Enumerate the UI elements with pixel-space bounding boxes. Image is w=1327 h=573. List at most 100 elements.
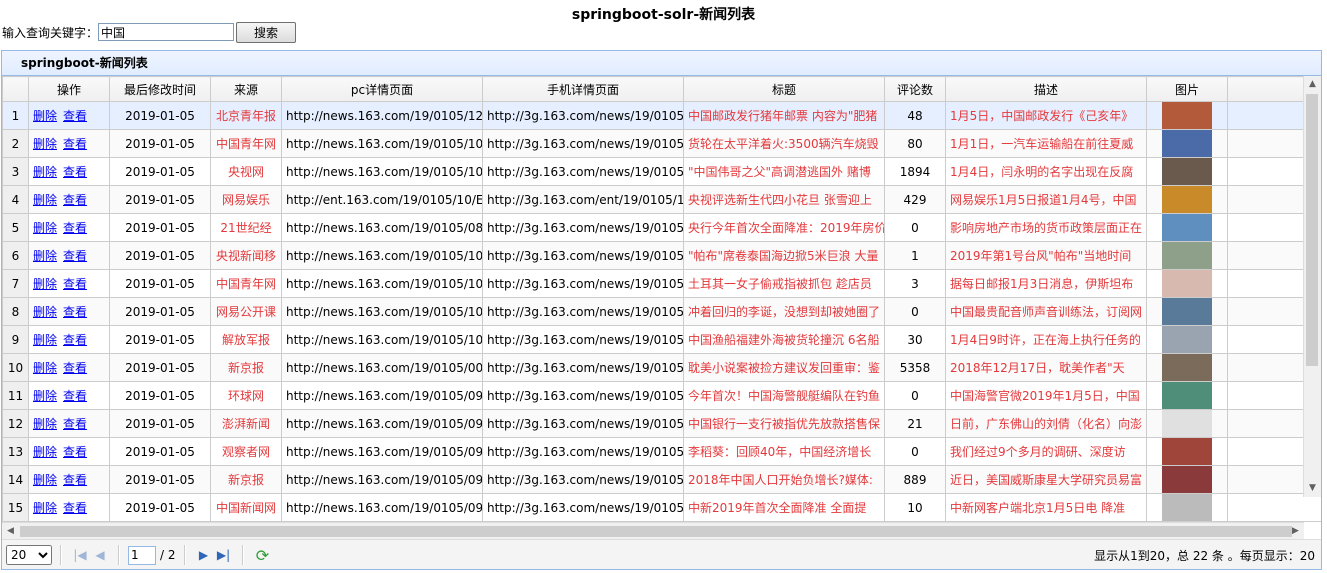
- view-link[interactable]: 查看: [63, 109, 87, 123]
- view-link[interactable]: 查看: [63, 473, 87, 487]
- news-thumbnail: [1162, 242, 1212, 269]
- header-cell[interactable]: 来源: [210, 76, 282, 102]
- header-cell[interactable]: pc详情页面: [281, 76, 483, 102]
- image-cell: [1146, 381, 1228, 410]
- vertical-scrollbar[interactable]: ▲ ▼: [1303, 76, 1321, 497]
- table-row[interactable]: 4 删除 查看 2019-01-05 网易娱乐 http://ent.163.com/19…: [2, 185, 1321, 214]
- source-cell: 解放军报: [210, 325, 282, 354]
- mobile-url-cell: http://3g.163.com/news/19/0105,: [482, 297, 684, 326]
- header-cell[interactable]: 评论数: [884, 76, 946, 102]
- modified-time-cell: 2019-01-05: [109, 437, 211, 466]
- delete-link[interactable]: 删除: [33, 109, 57, 123]
- last-page-icon[interactable]: ▶|: [214, 548, 234, 562]
- vertical-scroll-thumb[interactable]: [1306, 94, 1318, 366]
- horizontal-scroll-thumb[interactable]: [20, 526, 1292, 537]
- view-link[interactable]: 查看: [63, 501, 87, 515]
- view-link[interactable]: 查看: [63, 277, 87, 291]
- page-number-input[interactable]: [128, 545, 156, 565]
- view-link[interactable]: 查看: [63, 221, 87, 235]
- modified-time-cell: 2019-01-05: [109, 465, 211, 494]
- title-cell: 货轮在太平洋着火:3500辆汽车烧毁: [683, 129, 885, 158]
- table-row[interactable]: 12 删除 查看 2019-01-05 澎湃新闻 http://news.163.com/…: [2, 409, 1321, 438]
- table-row[interactable]: 1 删除 查看 2019-01-05 北京青年报 http://news.163.com/…: [2, 101, 1321, 130]
- comments-cell: 21: [884, 409, 946, 438]
- delete-link[interactable]: 删除: [33, 249, 57, 263]
- actions-cell: 删除 查看: [28, 381, 110, 410]
- view-link[interactable]: 查看: [63, 417, 87, 431]
- scroll-right-icon[interactable]: ▶: [1287, 523, 1304, 540]
- actions-cell: 删除 查看: [28, 493, 110, 522]
- actions-cell: 删除 查看: [28, 185, 110, 214]
- table-row[interactable]: 6 删除 查看 2019-01-05 央视新闻移 http://news.163.com/…: [2, 241, 1321, 270]
- comments-cell: 889: [884, 465, 946, 494]
- horizontal-scrollbar[interactable]: ◀ ▶: [2, 522, 1304, 540]
- total-pages: / 2: [160, 548, 176, 562]
- search-input[interactable]: [98, 23, 235, 41]
- delete-link[interactable]: 删除: [33, 389, 57, 403]
- pager-separator: [183, 545, 186, 565]
- table-row[interactable]: 9 删除 查看 2019-01-05 解放军报 http://news.163.com/1…: [2, 325, 1321, 354]
- header-cell[interactable]: 图片: [1146, 76, 1228, 102]
- table-row[interactable]: 13 删除 查看 2019-01-05 观察者网 http://news.163.com/…: [2, 437, 1321, 466]
- delete-link[interactable]: 删除: [33, 473, 57, 487]
- view-link[interactable]: 查看: [63, 165, 87, 179]
- news-thumbnail: [1162, 298, 1212, 325]
- header-cell[interactable]: 操作: [28, 76, 110, 102]
- scroll-up-icon[interactable]: ▲: [1304, 76, 1321, 93]
- row-number: 9: [2, 325, 29, 354]
- delete-link[interactable]: 删除: [33, 445, 57, 459]
- view-link[interactable]: 查看: [63, 445, 87, 459]
- delete-link[interactable]: 删除: [33, 305, 57, 319]
- delete-link[interactable]: 删除: [33, 501, 57, 515]
- prev-page-icon[interactable]: ◀: [90, 548, 110, 562]
- delete-link[interactable]: 删除: [33, 277, 57, 291]
- view-link[interactable]: 查看: [63, 193, 87, 207]
- view-link[interactable]: 查看: [63, 305, 87, 319]
- comments-cell: 1894: [884, 157, 946, 186]
- pc-url-cell: http://news.163.com/19/0105/10,: [281, 325, 483, 354]
- view-link[interactable]: 查看: [63, 137, 87, 151]
- delete-link[interactable]: 删除: [33, 221, 57, 235]
- scroll-left-icon[interactable]: ◀: [2, 523, 19, 540]
- comments-cell: 30: [884, 325, 946, 354]
- row-number: 4: [2, 185, 29, 214]
- table-row[interactable]: 14 删除 查看 2019-01-05 新京报 http://news.163.com/1…: [2, 465, 1321, 494]
- table-row[interactable]: 3 删除 查看 2019-01-05 央视网 http://news.163.com/19…: [2, 157, 1321, 186]
- delete-link[interactable]: 删除: [33, 165, 57, 179]
- next-page-icon[interactable]: ▶: [194, 548, 214, 562]
- actions-cell: 删除 查看: [28, 437, 110, 466]
- image-cell: [1146, 493, 1228, 522]
- row-number: 1: [2, 101, 29, 130]
- pc-url-cell: http://news.163.com/19/0105/00,: [281, 353, 483, 382]
- search-button[interactable]: 搜索: [236, 21, 297, 43]
- delete-link[interactable]: 删除: [33, 137, 57, 151]
- table-row[interactable]: 2 删除 查看 2019-01-05 中国青年网 http://news.163.com/…: [2, 129, 1321, 158]
- table-row[interactable]: 11 删除 查看 2019-01-05 环球网 http://news.163.com/1…: [2, 381, 1321, 410]
- comments-cell: 10: [884, 493, 946, 522]
- table-row[interactable]: 8 删除 查看 2019-01-05 网易公开课 http://news.163.com/…: [2, 297, 1321, 326]
- scroll-down-icon[interactable]: ▼: [1304, 480, 1321, 497]
- page-size-select[interactable]: 20: [6, 545, 52, 565]
- header-cell[interactable]: 手机详情页面: [482, 76, 684, 102]
- delete-link[interactable]: 删除: [33, 361, 57, 375]
- source-cell: 网易公开课: [210, 297, 282, 326]
- delete-link[interactable]: 删除: [33, 417, 57, 431]
- table-row[interactable]: 15 删除 查看 2019-01-05 中国新闻网 http://news.163.com…: [2, 493, 1321, 522]
- row-number: 15: [2, 493, 29, 522]
- header-cell[interactable]: 最后修改时间: [109, 76, 211, 102]
- header-cell[interactable]: 描述: [945, 76, 1147, 102]
- refresh-icon[interactable]: ⟳: [252, 546, 274, 565]
- grid-body[interactable]: 操作 最后修改时间 来源 pc详情页面 手机详情页面 标题 评论数 描述 图片 …: [2, 76, 1321, 522]
- header-cell[interactable]: 标题: [683, 76, 885, 102]
- delete-link[interactable]: 删除: [33, 333, 57, 347]
- first-page-icon[interactable]: |◀: [70, 548, 90, 562]
- actions-cell: 删除 查看: [28, 101, 110, 130]
- view-link[interactable]: 查看: [63, 389, 87, 403]
- view-link[interactable]: 查看: [63, 361, 87, 375]
- table-row[interactable]: 5 删除 查看 2019-01-05 21世纪经 http://news.163.com/…: [2, 213, 1321, 242]
- table-row[interactable]: 10 删除 查看 2019-01-05 新京报 http://news.163.com/1…: [2, 353, 1321, 382]
- view-link[interactable]: 查看: [63, 333, 87, 347]
- table-row[interactable]: 7 删除 查看 2019-01-05 中国青年网 http://news.163.com/…: [2, 269, 1321, 298]
- delete-link[interactable]: 删除: [33, 193, 57, 207]
- view-link[interactable]: 查看: [63, 249, 87, 263]
